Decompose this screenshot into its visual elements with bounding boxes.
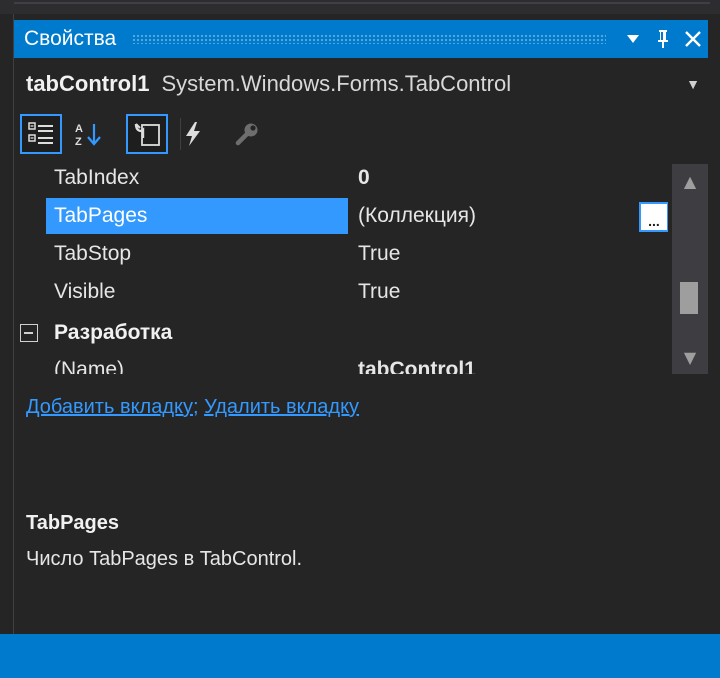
description-text: Число TabPages в TabControl. <box>26 548 303 570</box>
commands-pane: Добавить вкладку; Удалить вкладку <box>14 396 708 426</box>
property-value[interactable]: 0 <box>358 164 658 196</box>
command-separator: ; <box>192 396 199 418</box>
property-name: (Name) <box>54 358 125 374</box>
remove-tab-link[interactable]: Удалить вкладку <box>204 396 359 418</box>
svg-text:A: A <box>75 123 83 135</box>
property-name: Visible <box>54 280 116 303</box>
panel-title: Свойства <box>24 27 117 50</box>
property-value[interactable]: True <box>358 274 658 310</box>
property-row-tabpages[interactable]: TabPages (Коллекция) ... <box>14 198 668 236</box>
properties-toolbar: A Z <box>14 110 708 156</box>
top-divider <box>14 2 710 4</box>
categorized-button[interactable] <box>20 114 62 154</box>
category-label: Разработка <box>54 321 173 344</box>
chevron-down-icon[interactable]: ▼ <box>678 76 708 92</box>
window-position-dropdown-button[interactable] <box>618 24 648 54</box>
wrench-icon <box>235 123 258 146</box>
panel-titlebar[interactable]: Свойства <box>14 20 708 58</box>
property-row-tabindex[interactable]: TabIndex 0 <box>14 164 668 198</box>
property-name: TabStop <box>54 242 132 265</box>
add-tab-link[interactable]: Добавить вкладку <box>26 396 193 418</box>
property-value[interactable]: tabControl1 <box>358 352 658 374</box>
auto-hide-pin-button[interactable] <box>648 24 678 54</box>
properties-icon <box>134 123 160 146</box>
property-pages-button[interactable] <box>226 114 268 154</box>
events-button[interactable] <box>172 114 214 154</box>
close-icon <box>685 31 701 47</box>
drag-grip[interactable] <box>132 34 606 44</box>
property-name-selected: TabPages <box>46 198 348 234</box>
svg-text:Z: Z <box>75 136 82 147</box>
object-name: tabControl1 <box>26 71 150 96</box>
property-row-visible[interactable]: Visible True <box>14 274 668 312</box>
alphabetical-button[interactable]: A Z <box>68 114 110 154</box>
pin-icon <box>658 30 668 48</box>
properties-button[interactable] <box>126 114 168 154</box>
property-grid: TabIndex 0 TabPages (Коллекция) ... TabS… <box>14 164 668 374</box>
property-name: TabIndex <box>54 166 140 189</box>
properties-panel: Свойства tabControl1 System.Windows.Form… <box>13 14 708 634</box>
property-value[interactable]: True <box>358 236 658 272</box>
object-selector[interactable]: tabControl1 System.Windows.Forms.TabCont… <box>14 66 708 102</box>
lightning-icon <box>186 122 200 146</box>
scroll-down-icon[interactable]: ▼ <box>672 340 708 374</box>
categorized-icon <box>28 122 53 144</box>
scroll-up-icon[interactable]: ▲ <box>672 164 708 198</box>
collapse-icon[interactable] <box>20 324 38 342</box>
vertical-scrollbar[interactable]: ▲ ▼ <box>672 164 708 374</box>
description-title: TabPages <box>26 512 119 534</box>
property-row-tabstop[interactable]: TabStop True <box>14 236 668 274</box>
close-button[interactable] <box>678 24 708 54</box>
property-row-name[interactable]: (Name) tabControl1 <box>14 352 668 374</box>
top-strip <box>0 0 720 14</box>
scroll-thumb[interactable] <box>680 282 698 314</box>
alphabetical-sort-icon: A Z <box>75 123 101 147</box>
caret-down-icon <box>627 35 639 43</box>
property-value[interactable]: (Коллекция) <box>358 198 658 234</box>
object-type: System.Windows.Forms.TabControl <box>161 71 512 96</box>
category-header-design[interactable]: Разработка <box>14 314 668 352</box>
status-bar <box>0 634 720 678</box>
toolbar-separator <box>180 118 181 150</box>
collection-editor-button[interactable]: ... <box>639 202 668 232</box>
